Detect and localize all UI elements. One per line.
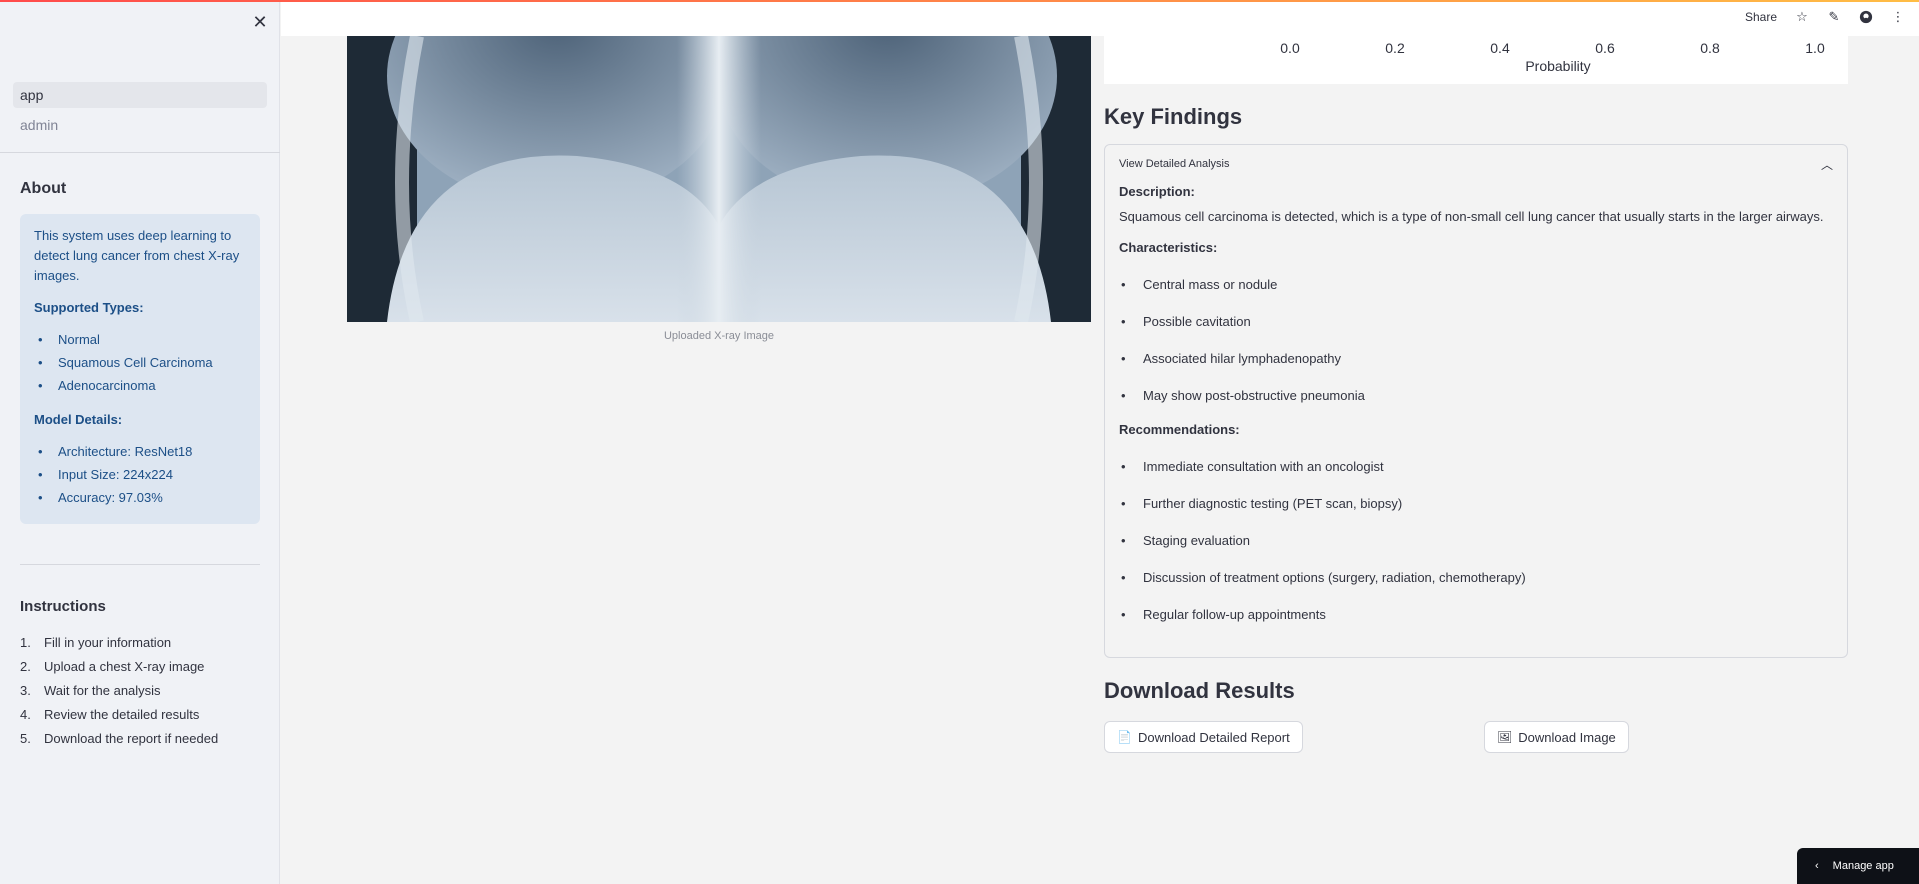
- about-intro: This system uses deep learning to detect…: [34, 228, 240, 283]
- image-icon: 🖼: [1497, 730, 1513, 744]
- sidebar-item-admin[interactable]: admin: [13, 112, 267, 138]
- characteristics-label: Characteristics:: [1119, 240, 1218, 255]
- about-heading: About: [20, 180, 67, 197]
- document-icon: 📄: [1117, 730, 1132, 744]
- download-image-label: Download Image: [1518, 729, 1616, 745]
- step-number: 1.: [20, 635, 31, 650]
- manage-app-button[interactable]: ‹ Manage app: [1797, 848, 1919, 884]
- key-findings-heading: Key Findings: [1104, 104, 1243, 129]
- list-item: Discussion of treatment options (surgery…: [1119, 566, 1833, 603]
- list-item: Input Size: 224x224: [34, 465, 246, 485]
- header-actions: Share ☆ ✎ ⋮: [1745, 9, 1905, 24]
- list-item: 5. Download the report if needed: [20, 730, 218, 754]
- supported-types-heading: Supported Types:: [34, 300, 144, 315]
- list-item: 1. Fill in your information: [20, 634, 218, 658]
- list-item: Associated hilar lymphadenopathy: [1119, 347, 1833, 384]
- tick-label: 0.0: [1280, 40, 1300, 56]
- download-report-label: Download Detailed Report: [1137, 729, 1290, 745]
- list-item: 3. Wait for the analysis: [20, 682, 218, 706]
- tick-label: 0.2: [1385, 40, 1405, 56]
- download-report-button[interactable]: 📄 Download Detailed Report: [1104, 721, 1303, 753]
- list-item: Regular follow-up appointments: [1119, 603, 1833, 640]
- download-image-button[interactable]: 🖼 Download Image: [1484, 721, 1629, 753]
- about-info-box: This system uses deep learning to detect…: [20, 214, 260, 524]
- list-item: Normal: [34, 330, 246, 350]
- sidebar: ✕ app admin About This system uses deep …: [0, 0, 280, 884]
- list-item: 4. Review the detailed results: [20, 706, 218, 730]
- step-number: 3.: [20, 683, 31, 698]
- list-item: Possible cavitation: [1119, 310, 1833, 347]
- list-item: Staging evaluation: [1119, 529, 1833, 566]
- app-header: Share ☆ ✎ ⋮: [281, 2, 1919, 36]
- step-text: Download the report if needed: [44, 731, 219, 746]
- edit-pencil-icon[interactable]: ✎: [1827, 9, 1841, 24]
- sidebar-item-app[interactable]: app: [13, 82, 267, 108]
- instructions-list: 1. Fill in your information 2. Upload a ch…: [20, 634, 218, 754]
- instructions-heading: Instructions: [20, 598, 106, 615]
- model-details-heading: Model Details:: [34, 412, 123, 427]
- description-text: Squamous cell carcinoma is detected, whi…: [1119, 209, 1824, 224]
- manage-app-label: Manage app: [1832, 860, 1894, 872]
- x-axis-label: Probability: [1525, 58, 1591, 74]
- list-item: Squamous Cell Carcinoma: [34, 353, 246, 373]
- list-item: Further diagnostic testing (PET scan, bi…: [1119, 492, 1833, 529]
- tick-label: 0.8: [1700, 40, 1720, 56]
- list-item: Architecture: ResNet18: [34, 442, 246, 462]
- step-number: 5.: [20, 731, 31, 746]
- download-results-heading: Download Results: [1104, 678, 1295, 703]
- list-item: May show post-obstructive pneumonia: [1119, 384, 1833, 421]
- section-divider: [20, 564, 260, 565]
- github-icon[interactable]: [1859, 10, 1873, 24]
- recommendations-label: Recommendations:: [1119, 422, 1240, 437]
- image-caption: Uploaded X-ray Image: [663, 330, 775, 342]
- characteristics-list: Central mass or nodule Possible cavitati…: [1119, 273, 1833, 421]
- expander-body: Description: Squamous cell carcinoma is …: [1105, 183, 1847, 640]
- list-item: Immediate consultation with an oncologis…: [1119, 455, 1833, 492]
- sidebar-nav: app admin: [13, 82, 267, 142]
- description-label: Description:: [1119, 184, 1195, 199]
- tick-label: 1.0: [1805, 40, 1825, 56]
- nav-divider: [0, 152, 280, 153]
- step-number: 2.: [20, 659, 31, 674]
- tick-label: 0.6: [1595, 40, 1615, 56]
- chevron-left-icon: ‹: [1815, 860, 1819, 872]
- recommendations-list: Immediate consultation with an oncologis…: [1119, 455, 1833, 640]
- step-text: Wait for the analysis: [44, 683, 161, 698]
- more-menu-icon[interactable]: ⋮: [1891, 9, 1905, 24]
- xray-image: [347, 36, 1091, 322]
- supported-types-list: Normal Squamous Cell Carcinoma Adenocarc…: [34, 330, 246, 396]
- expander-header[interactable]: View Detailed Analysis ︿: [1105, 145, 1847, 183]
- detailed-analysis-expander: View Detailed Analysis ︿ Description: Sq…: [1104, 144, 1848, 658]
- tick-label: 0.4: [1490, 40, 1510, 56]
- share-button[interactable]: Share: [1745, 10, 1777, 24]
- step-text: Fill in your information: [44, 635, 172, 650]
- step-number: 4.: [20, 707, 31, 722]
- probability-chart-axis: 0.0 0.2 0.4 0.6 0.8 1.0 Probability: [1104, 36, 1848, 84]
- list-item: Adenocarcinoma: [34, 376, 246, 396]
- expander-label: View Detailed Analysis: [1119, 158, 1230, 170]
- model-details-list: Architecture: ResNet18 Input Size: 224x2…: [34, 442, 246, 508]
- step-text: Review the detailed results: [44, 707, 200, 722]
- list-item: Accuracy: 97.03%: [34, 488, 246, 508]
- step-text: Upload a chest X-ray image: [44, 659, 205, 674]
- list-item: Central mass or nodule: [1119, 273, 1833, 310]
- top-accent-bar: [0, 0, 1919, 2]
- list-item: 2. Upload a chest X-ray image: [20, 658, 218, 682]
- close-sidebar-icon[interactable]: ✕: [250, 12, 270, 32]
- star-icon[interactable]: ☆: [1795, 9, 1809, 24]
- chevron-up-icon[interactable]: ︿: [1821, 156, 1833, 173]
